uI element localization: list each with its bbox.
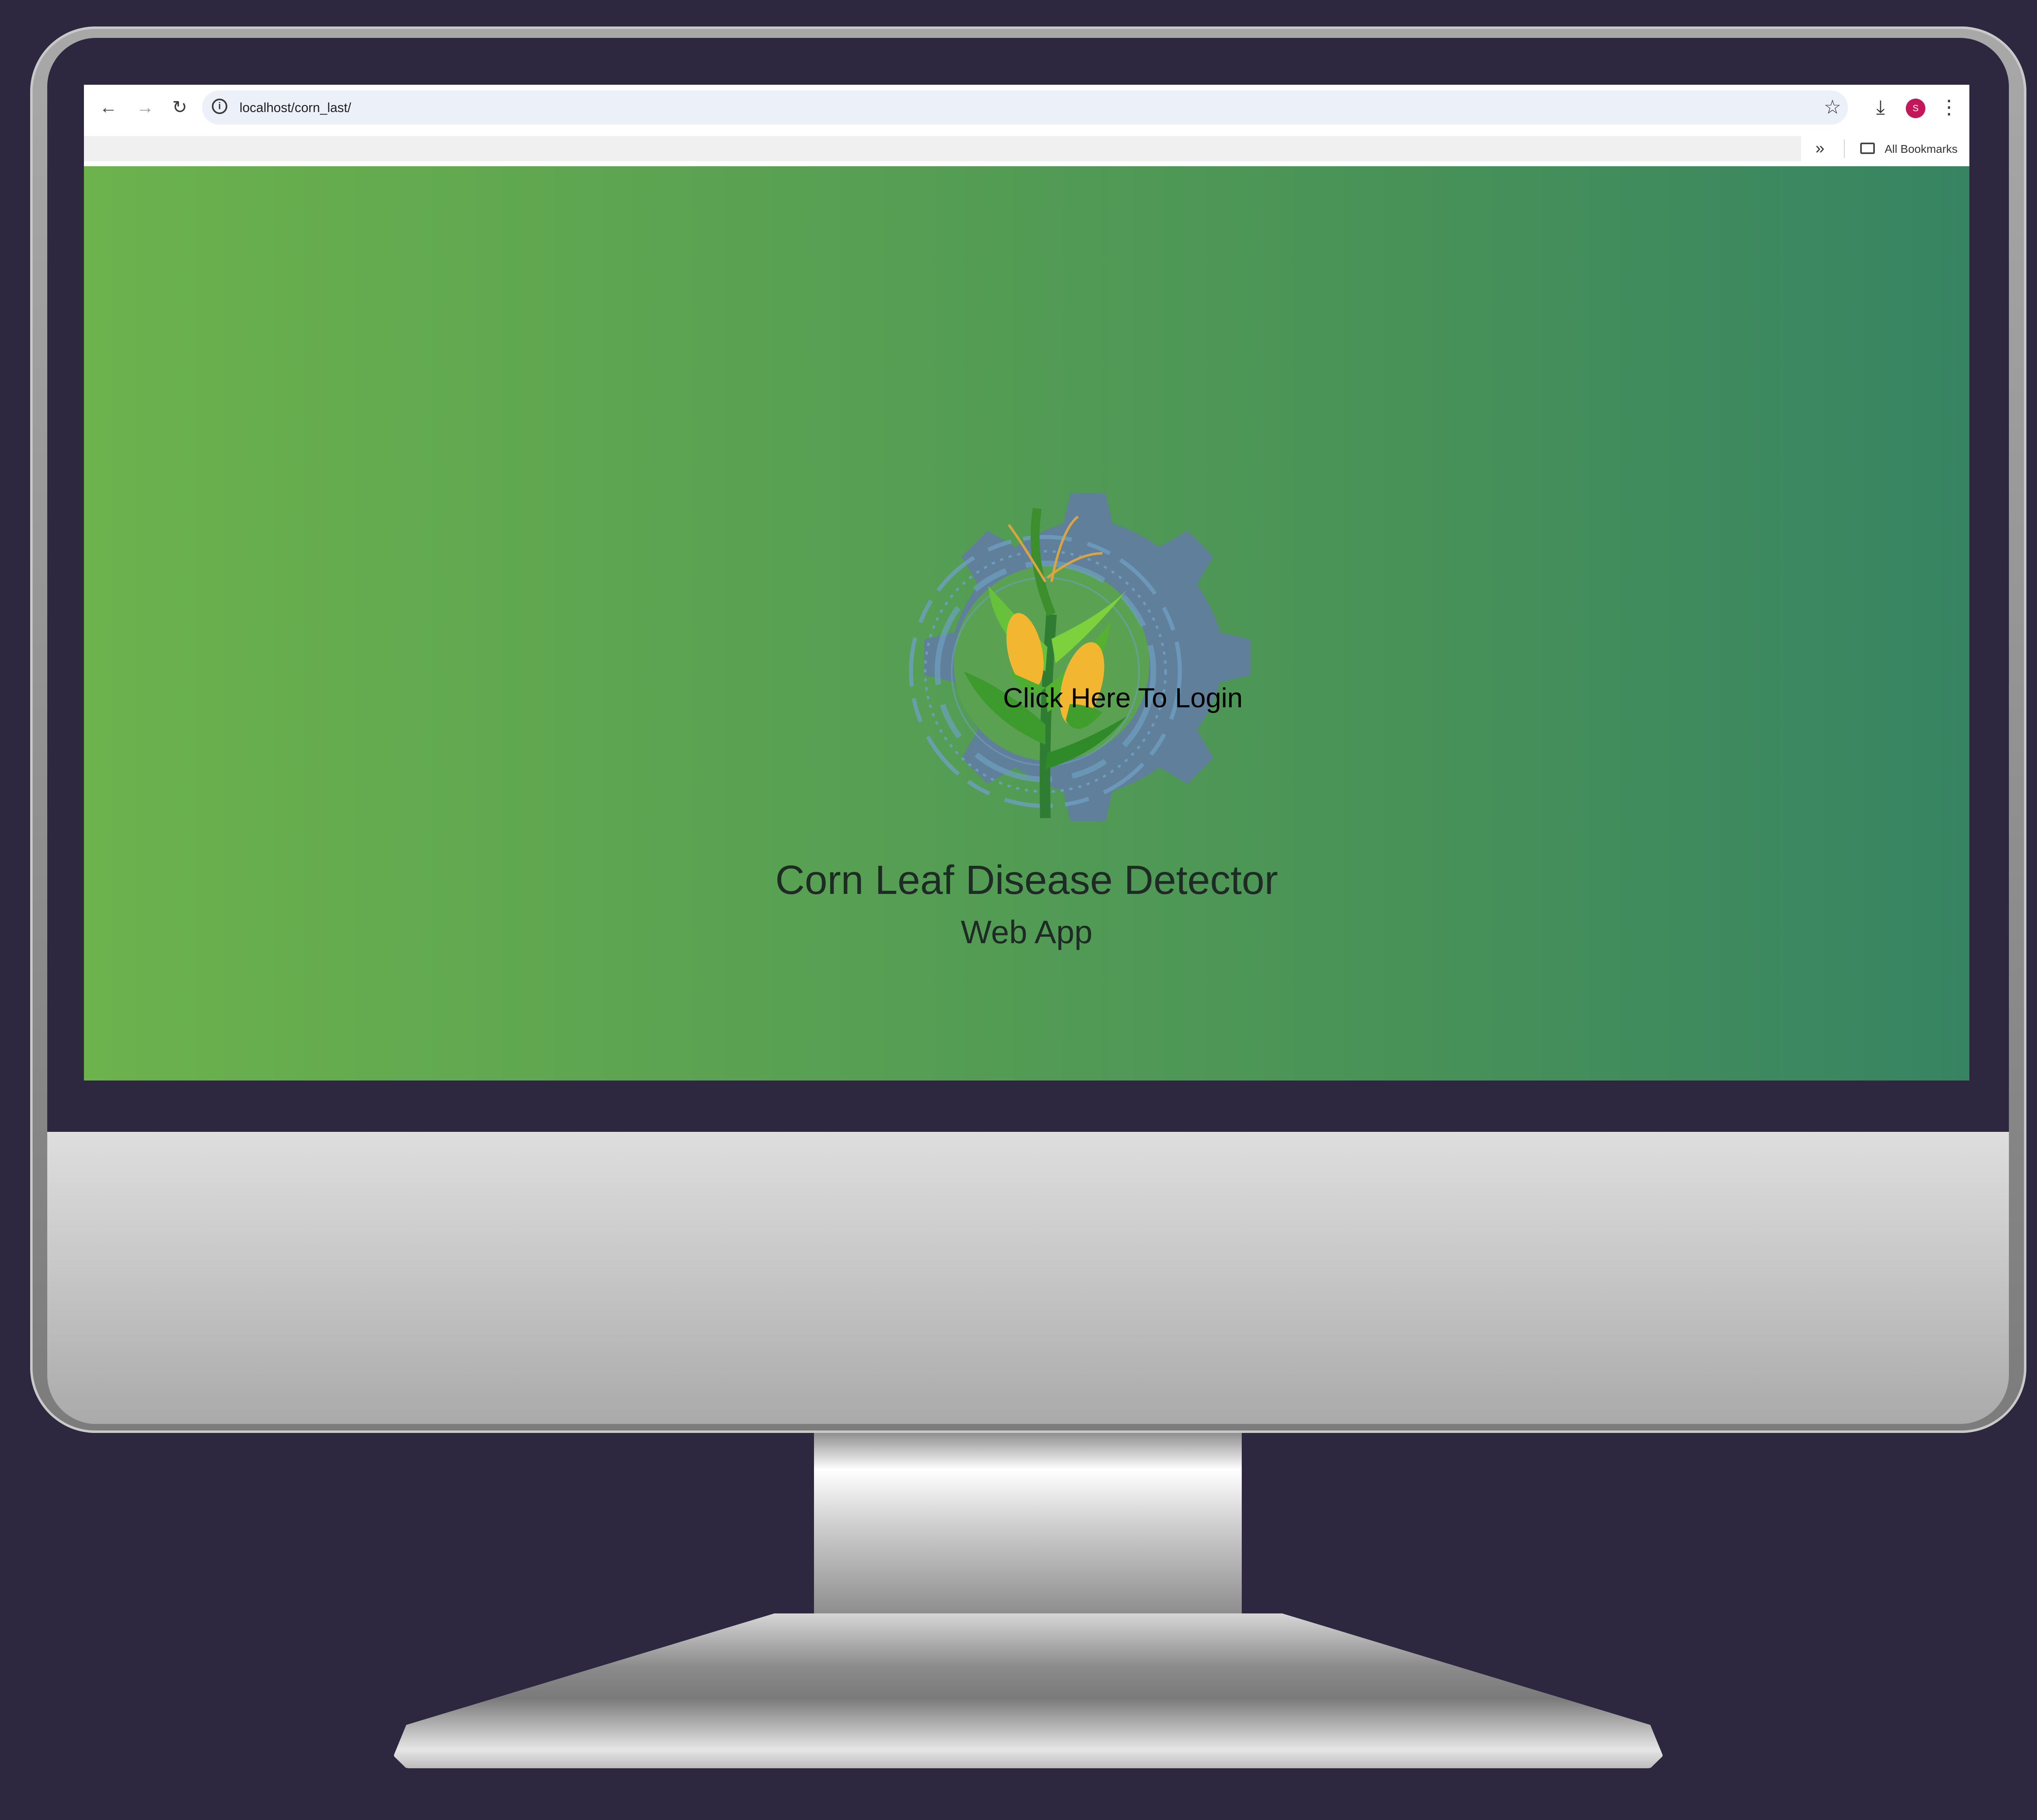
bookmark-bar: » All Bookmarks: [84, 130, 1969, 168]
login-link[interactable]: Click Here To Login: [1003, 682, 1243, 714]
menu-icon[interactable]: ⋮: [1937, 95, 1961, 121]
browser-toolbar: ← → ↻ i localhost/corn_last/ ☆ ⤓ S ⋮: [84, 85, 1969, 130]
page-subtitle: Web App: [961, 914, 1093, 950]
info-icon[interactable]: i: [212, 99, 227, 114]
address-bar[interactable]: i localhost/corn_last/: [202, 90, 1848, 125]
bookmark-separator: [1844, 139, 1845, 158]
avatar[interactable]: S: [1906, 99, 1925, 118]
folder-icon[interactable]: [1860, 143, 1875, 154]
download-icon[interactable]: ⤓: [1868, 95, 1894, 121]
monitor-stand-base: [394, 1613, 1663, 1768]
monitor-chin: [47, 1132, 2009, 1424]
page-content: Click Here To Login Corn Leaf Disease De…: [84, 166, 1969, 1081]
page-title: Corn Leaf Disease Detector: [775, 857, 1278, 903]
all-bookmarks-button[interactable]: All Bookmarks: [1885, 141, 1958, 157]
browser-window: ← → ↻ i localhost/corn_last/ ☆ ⤓ S ⋮ » A…: [84, 85, 1969, 1081]
reload-icon[interactable]: ↻: [167, 95, 192, 120]
forward-icon[interactable]: →: [133, 95, 157, 120]
back-icon[interactable]: ←: [96, 95, 121, 120]
star-icon[interactable]: ☆: [1819, 95, 1846, 121]
monitor-stand-neck: [814, 1433, 1242, 1637]
bookmark-strip: [84, 136, 1801, 161]
url-text[interactable]: localhost/corn_last/: [240, 99, 351, 117]
more-bookmarks-button[interactable]: »: [1815, 137, 1824, 160]
